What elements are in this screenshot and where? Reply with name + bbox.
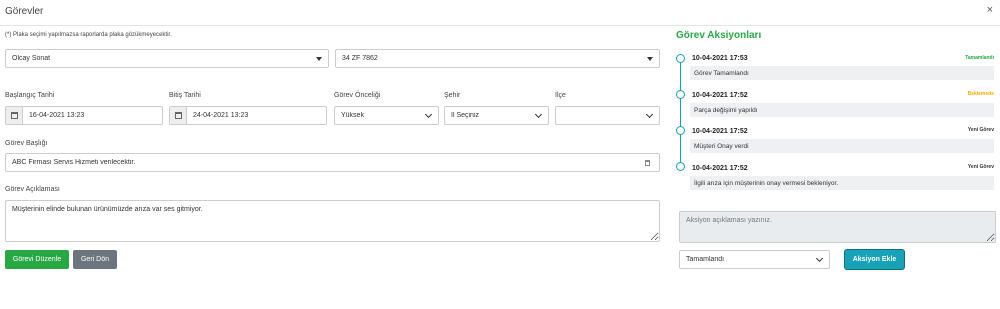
action-status: Tamamlandı xyxy=(965,55,994,61)
action-description: İlgili arıza için müşterinin onay vermes… xyxy=(690,176,994,190)
modal-header: Görevler × xyxy=(0,0,1000,26)
edit-task-button[interactable]: Görevi Düzenle xyxy=(5,250,69,269)
calendar-icon xyxy=(6,107,23,124)
clipboard-icon xyxy=(645,159,650,166)
start-date-label: Başlangıç Tarihi xyxy=(5,92,55,99)
action-description: Parça değişimi yapıldı xyxy=(690,103,994,117)
close-icon[interactable]: × xyxy=(987,4,993,16)
caret-down-icon xyxy=(647,56,653,61)
timeline-dot-icon xyxy=(676,126,685,135)
action-date: 10-04-2021 17:52 xyxy=(692,128,748,135)
end-date-input[interactable]: 24-04-2021 13:23 xyxy=(169,106,327,125)
task-description-label: Görev Açıklaması xyxy=(5,186,60,193)
district-label: İlçe xyxy=(555,92,566,99)
task-title-label: Görev Başlığı xyxy=(5,140,48,147)
action-date: 10-04-2021 17:52 xyxy=(692,165,748,172)
timeline-dot-icon xyxy=(676,90,685,99)
plate-select-value: 34 ZF 7862 xyxy=(342,55,378,62)
task-title-value: ABC Firması Servis Hizmeti verilecektir. xyxy=(12,159,136,166)
district-select[interactable] xyxy=(555,106,660,125)
chevron-down-icon xyxy=(424,110,433,118)
timeline-dot-icon xyxy=(676,54,685,63)
plate-note: (*) Plaka seçimi yapılmazsa raporlarda p… xyxy=(5,32,172,38)
chevron-down-icon xyxy=(534,110,543,118)
action-description: Müşteri Onay verdi xyxy=(690,139,994,153)
city-label: Şehir xyxy=(444,92,461,99)
actions-title: Görev Aksiyonları xyxy=(676,30,762,41)
action-date: 10-04-2021 17:52 xyxy=(692,92,748,99)
priority-select[interactable]: Yüksek xyxy=(334,106,439,125)
action-status: Yeni Görev xyxy=(967,164,994,170)
caret-down-icon xyxy=(316,56,322,61)
timeline-line xyxy=(680,58,681,170)
plate-select[interactable]: 34 ZF 7862 xyxy=(335,49,660,68)
city-select-value: İl Seçiniz xyxy=(451,112,480,119)
action-status-select[interactable]: Tamamlandı xyxy=(679,250,830,269)
timeline-dot-icon xyxy=(676,162,685,171)
chevron-down-icon xyxy=(645,110,654,118)
calendar-icon xyxy=(170,107,187,124)
priority-select-value: Yüksek xyxy=(341,112,364,119)
action-status: Yeni Görev xyxy=(967,127,994,133)
action-status: Beklemede xyxy=(967,91,994,97)
end-date-label: Bitiş Tarihi xyxy=(169,92,201,99)
city-select[interactable]: İl Seçiniz xyxy=(444,106,549,125)
task-description-input[interactable]: Müşterinin elinde bulunan ürünümüzde arı… xyxy=(5,200,660,242)
modal-title: Görevler xyxy=(5,6,44,17)
action-description-input[interactable] xyxy=(679,211,996,243)
action-status-select-value: Tamamlandı xyxy=(686,256,725,263)
person-select[interactable]: Olcay Sonat xyxy=(5,49,329,68)
priority-label: Görev Önceliği xyxy=(334,92,381,99)
action-date: 10-04-2021 17:53 xyxy=(692,55,748,62)
start-date-input[interactable]: 16-04-2021 13:23 xyxy=(5,106,163,125)
start-date-value: 16-04-2021 13:23 xyxy=(29,112,85,119)
add-action-button[interactable]: Aksiyon Ekle xyxy=(845,250,904,269)
end-date-value: 24-04-2021 13:23 xyxy=(193,112,249,119)
task-title-input[interactable]: ABC Firması Servis Hizmeti verilecektir. xyxy=(5,153,660,172)
chevron-down-icon xyxy=(815,254,824,262)
person-select-value: Olcay Sonat xyxy=(12,55,51,62)
back-button[interactable]: Geri Dön xyxy=(73,250,117,269)
action-description: Görev Tamamlandı xyxy=(690,66,994,80)
